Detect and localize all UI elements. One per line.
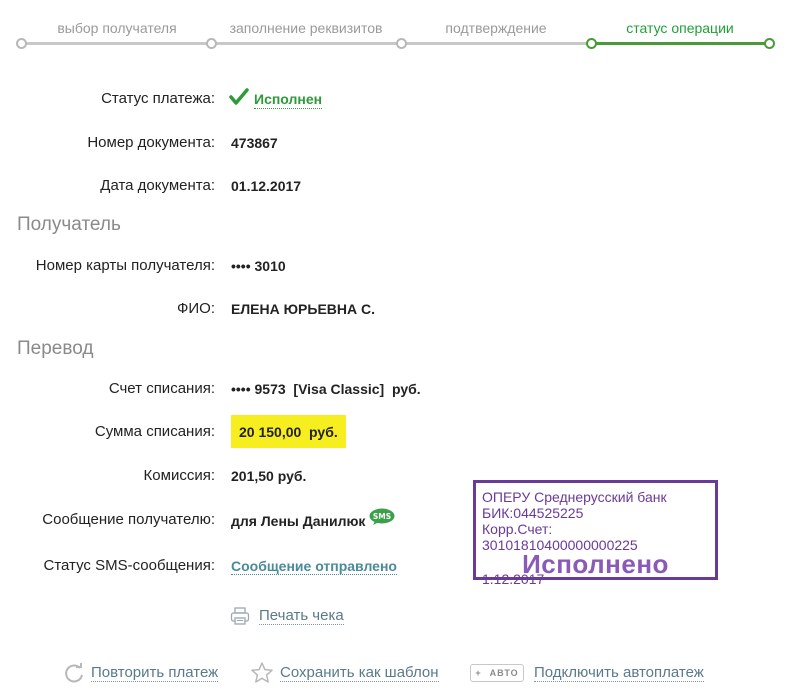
- svg-text:SMS: SMS: [373, 512, 391, 521]
- recipient-name-value: ЕЛЕНА ЮРЬЕВНА С.: [231, 301, 376, 317]
- message-value: для Лены Данилюк: [231, 513, 366, 529]
- step-select-recipient: выбор получателя: [57, 20, 177, 36]
- amount-label: Сумма списания:: [94, 423, 215, 440]
- message-label: Сообщение получателю:: [42, 511, 215, 528]
- sms-status-value: Сообщение отправлено: [231, 558, 397, 575]
- commission-value: 201,50 руб.: [231, 468, 307, 484]
- repeat-payment-link[interactable]: Повторить платеж: [91, 664, 219, 682]
- bank-stamp: ОПЕРУ Среднерусский банк БИК:044525225 К…: [473, 480, 718, 587]
- stepper-node-3: [396, 38, 407, 49]
- repeat-icon[interactable]: [63, 662, 85, 684]
- doc-date-value: 01.12.2017: [231, 178, 302, 194]
- printer-icon[interactable]: [230, 606, 250, 626]
- doc-number-label: Номер документа:: [87, 134, 215, 151]
- step-operation-status: статус операции: [626, 20, 734, 36]
- stepper-track-3: [402, 42, 592, 45]
- auto-badge-icon[interactable]: + АВТО: [470, 664, 524, 682]
- section-recipient-title: Получатель: [17, 214, 121, 235]
- step-fill-details: заполнение реквизитов: [229, 20, 383, 36]
- stepper-node-2: [206, 38, 217, 49]
- debit-account-value: •••• 9573 [Visa Classic] руб.: [231, 381, 421, 397]
- checkmark-icon: [229, 88, 249, 105]
- sms-icon: SMS: [369, 508, 395, 525]
- stamp-bank-name: ОПЕРУ Среднерусский банк: [482, 489, 667, 505]
- sms-status-label: Статус SMS-сообщения:: [43, 557, 216, 574]
- stepper-track-2: [212, 42, 402, 45]
- section-transfer-title: Перевод: [17, 338, 94, 359]
- commission-label: Комиссия:: [143, 467, 215, 484]
- doc-date-label: Дата документа:: [100, 177, 215, 194]
- stepper-node-end: [764, 38, 775, 49]
- recipient-card-value: •••• 3010: [231, 258, 286, 274]
- stepper-node-4: [586, 38, 597, 49]
- autopay-link[interactable]: Подключить автоплатеж: [534, 664, 704, 682]
- progress-stepper: выбор получателя заполнение реквизитов п…: [0, 0, 800, 60]
- recipient-card-label: Номер карты получателя:: [35, 257, 215, 274]
- stepper-track-1: [22, 42, 212, 45]
- stepper-node-1: [16, 38, 27, 49]
- payment-status-value: Исполнен: [254, 91, 323, 109]
- amount-value: 20 150,00 руб.: [231, 415, 346, 448]
- doc-number-value: 473867: [231, 135, 278, 151]
- recipient-name-label: ФИО:: [176, 300, 215, 317]
- save-template-link[interactable]: Сохранить как шаблон: [280, 664, 439, 682]
- stamp-bik: БИК:044525225: [482, 505, 584, 521]
- star-icon[interactable]: [250, 661, 274, 685]
- step-confirmation: подтверждение: [445, 20, 547, 36]
- stepper-track-4: [592, 42, 770, 45]
- payment-status-label: Статус платежа:: [101, 90, 215, 107]
- debit-account-label: Счет списания:: [108, 380, 215, 397]
- print-receipt-link[interactable]: Печать чека: [259, 607, 344, 625]
